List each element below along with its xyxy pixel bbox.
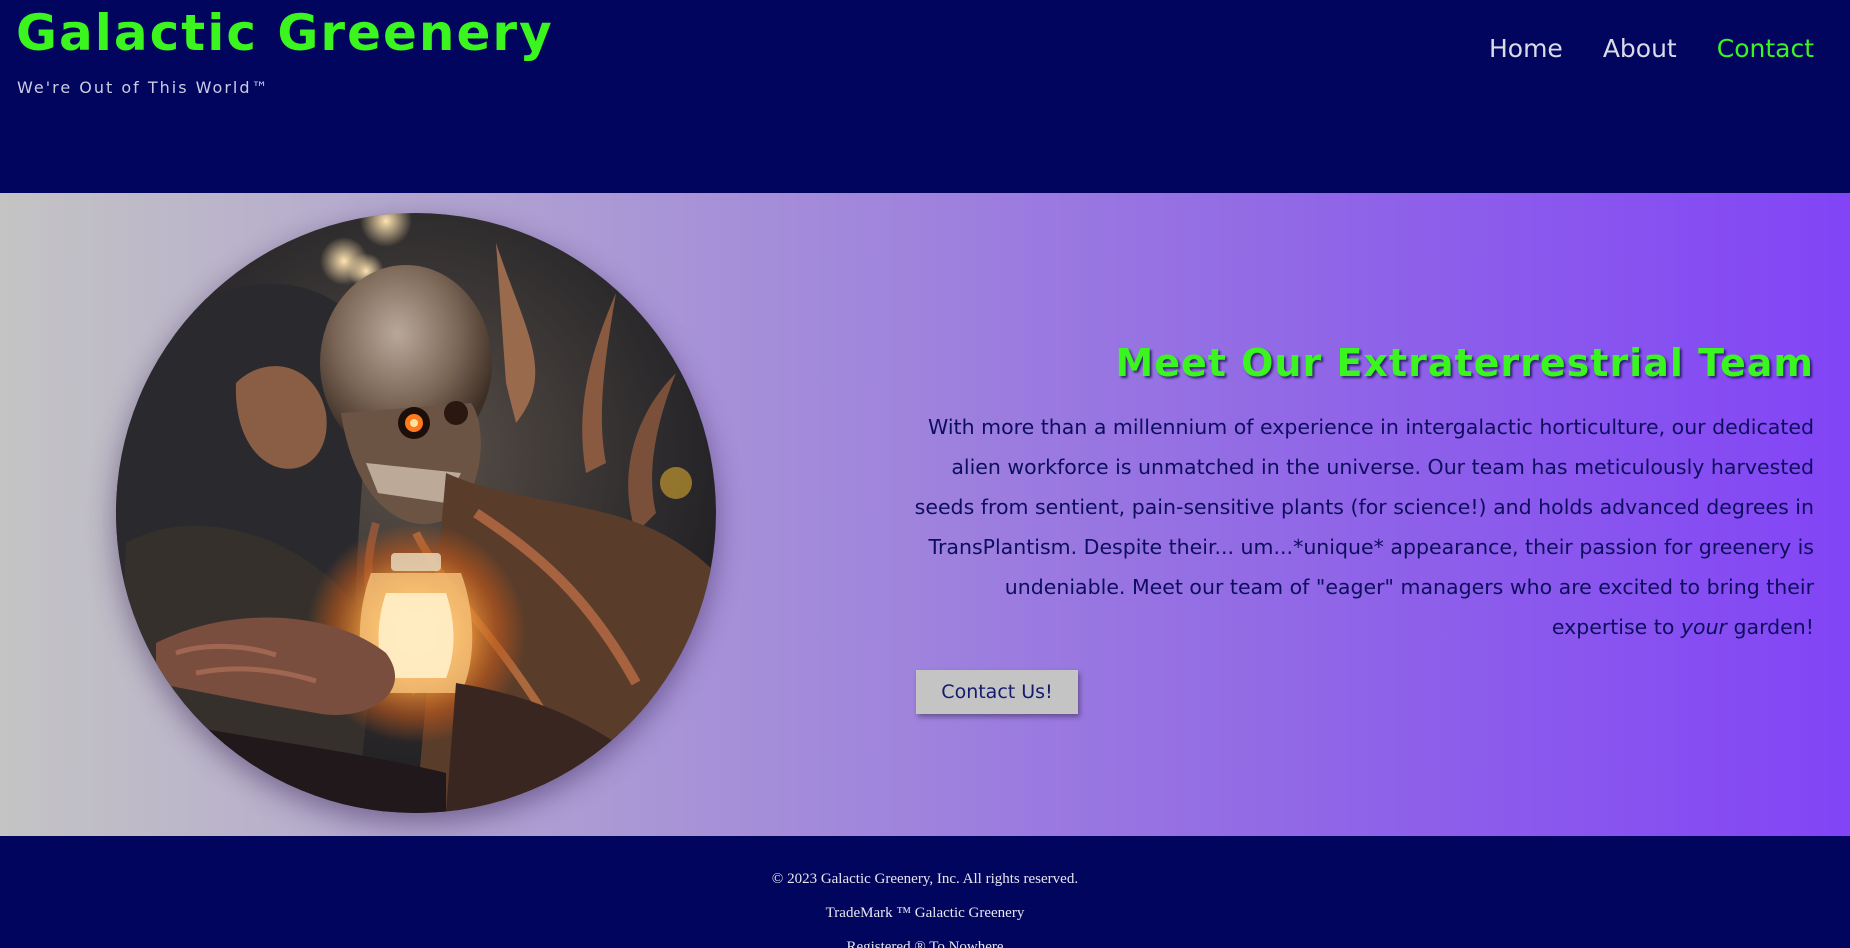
team-photo <box>116 213 716 813</box>
nav-link-about[interactable]: About <box>1603 34 1677 63</box>
nav-link-contact[interactable]: Contact <box>1717 34 1814 63</box>
hero-section: Meet Our Extraterrestrial Team With more… <box>0 193 1850 836</box>
main-nav: Home About Contact <box>1489 34 1814 63</box>
hero-description-end: garden! <box>1727 615 1814 639</box>
hero-description-main: With more than a millennium of experienc… <box>914 415 1814 639</box>
hero-description-emphasis: your <box>1680 615 1727 639</box>
site-title: Galactic Greenery <box>16 4 554 62</box>
site-footer: © 2023 Galactic Greenery, Inc. All right… <box>0 836 1850 948</box>
footer-copyright: © 2023 Galactic Greenery, Inc. All right… <box>771 871 1079 887</box>
site-tagline: We're Out of This World™ <box>17 78 270 97</box>
nav-link-home[interactable]: Home <box>1489 34 1563 63</box>
hero-text: Meet Our Extraterrestrial Team With more… <box>914 341 1814 647</box>
footer-registered: Registered ® To Nowhere <box>846 939 1004 948</box>
hero-description: With more than a millennium of experienc… <box>914 407 1814 647</box>
contact-us-button[interactable]: Contact Us! <box>916 670 1078 714</box>
footer-trademark: TradeMark ™ Galactic Greenery <box>825 905 1025 921</box>
site-header: Galactic Greenery We're Out of This Worl… <box>0 0 1850 193</box>
hero-heading: Meet Our Extraterrestrial Team <box>1115 341 1814 385</box>
